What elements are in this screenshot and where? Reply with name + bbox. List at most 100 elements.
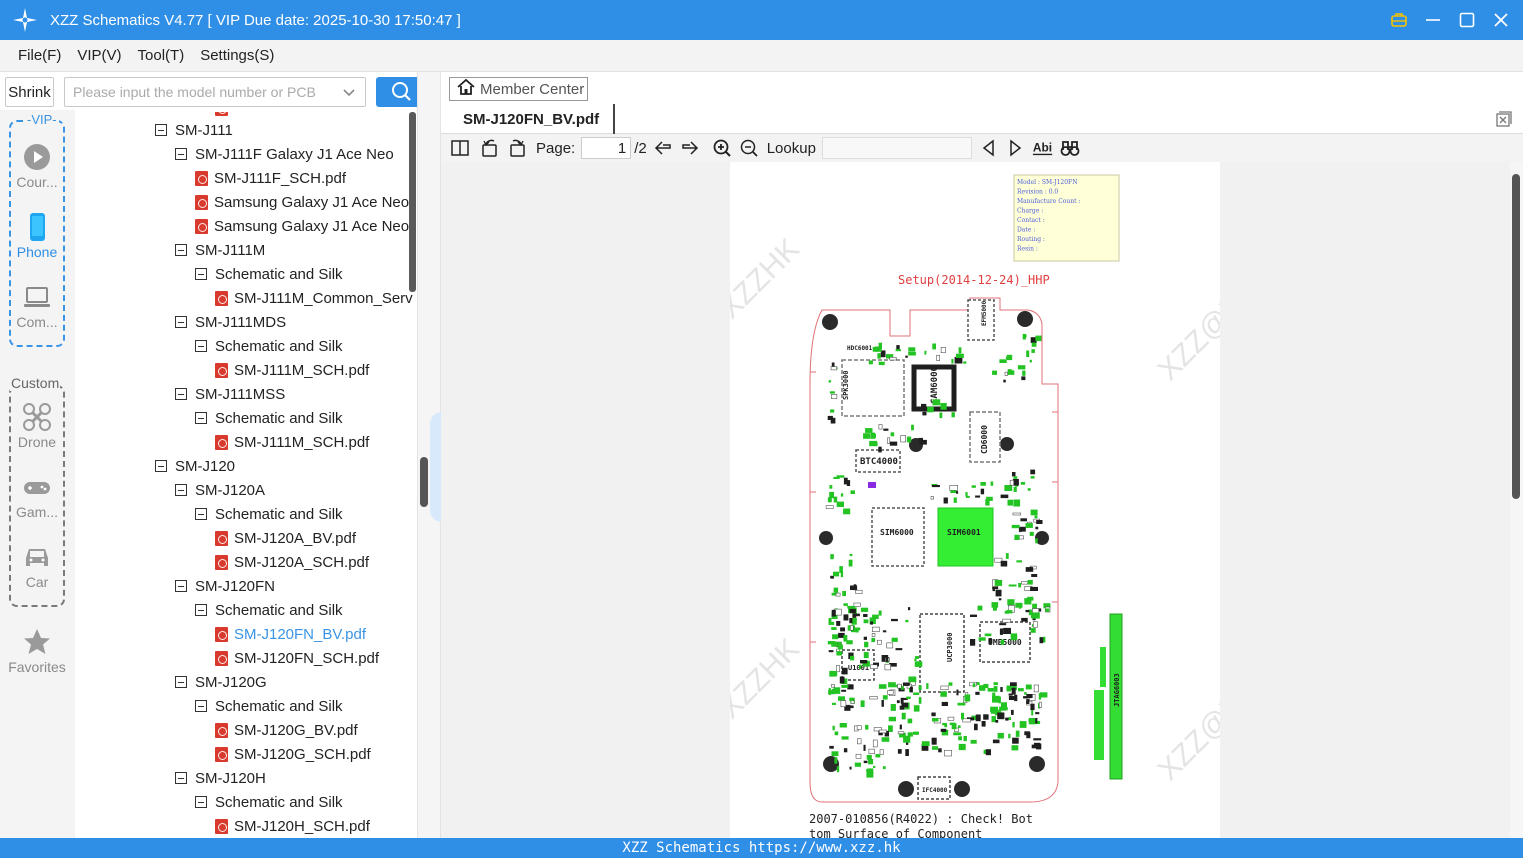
pad <box>897 683 902 689</box>
tree-folder-item[interactable]: SM-J120H <box>175 766 266 790</box>
collapse-box-icon[interactable] <box>175 580 187 592</box>
tree-scrollbar[interactable]: ▲ <box>408 112 432 838</box>
rail-item-car[interactable]: Car <box>7 542 67 590</box>
tree-folder-item[interactable]: Schematic and Silk <box>195 694 343 718</box>
tree-file-item[interactable]: SM-J111M_SCH.pdf <box>215 430 369 454</box>
tree-folder-item[interactable]: SM-J120 <box>155 454 235 478</box>
collapse-box-icon[interactable] <box>195 700 207 712</box>
member-center-button[interactable]: Member Center <box>449 77 588 101</box>
tree-file-item[interactable]: Samsung Galaxy J1 Ace Neo <box>195 214 409 238</box>
tree-folder-item[interactable]: SM-J120G <box>175 670 267 694</box>
rail-item-favorites[interactable]: Favorites <box>7 627 67 675</box>
tree-folder-item[interactable]: SM-J111MSS <box>175 382 285 406</box>
chevron-down-icon[interactable] <box>341 84 357 103</box>
collapse-box-icon[interactable] <box>195 604 207 616</box>
tree-file-item[interactable]: SM-J120FN_BV.pdf <box>215 622 366 646</box>
menu-file[interactable]: File(F) <box>18 47 61 64</box>
tree-file-item[interactable]: SM-J111M_Common_Serv <box>215 286 413 310</box>
pdf-canvas[interactable]: Model : SM-J120FN Revision : 0.0 Manufactu… <box>441 162 1510 838</box>
collapse-box-icon[interactable] <box>195 796 207 808</box>
model-search-field[interactable] <box>64 77 366 107</box>
tree-folder-item[interactable]: Schematic and Silk <box>195 406 343 430</box>
tree-folder-item[interactable]: SM-J120A <box>175 478 265 502</box>
page-number-input[interactable]: 1 <box>581 137 632 159</box>
pad <box>878 446 882 453</box>
pad <box>863 652 869 659</box>
tree-scrollbar-thumb[interactable] <box>409 112 416 292</box>
collapse-box-icon[interactable] <box>175 676 187 688</box>
collapse-box-icon[interactable] <box>195 412 207 424</box>
rail-item-course[interactable]: Cour... <box>7 142 67 190</box>
tree-file-item[interactable]: SM-J120G_BV.pdf <box>215 718 358 742</box>
search-input[interactable] <box>65 78 335 106</box>
tree-folder-item[interactable]: Schematic and Silk <box>195 334 343 358</box>
pad <box>951 412 955 418</box>
tree-folder-item[interactable]: SM-J111F Galaxy J1 Ace Neo <box>175 142 394 166</box>
zoom-out-icon[interactable] <box>738 137 760 159</box>
next-page-icon[interactable] <box>679 137 701 159</box>
shrink-button[interactable]: Shrink <box>5 77 54 107</box>
collapse-box-icon[interactable] <box>155 124 167 136</box>
collapse-box-icon[interactable] <box>195 268 207 280</box>
menu-vip[interactable]: VIP(V) <box>77 47 121 64</box>
tree-folder-item[interactable]: Schematic and Silk <box>195 262 343 286</box>
rail-item-phone[interactable]: Phone <box>7 212 67 260</box>
rotate-left-icon[interactable] <box>479 137 501 159</box>
previous-page-icon[interactable] <box>652 137 674 159</box>
pad <box>863 636 867 640</box>
lookup-input[interactable] <box>821 137 972 159</box>
collapse-box-icon[interactable] <box>195 340 207 352</box>
menu-tool[interactable]: Tool(T) <box>138 47 185 64</box>
tree-file-item[interactable] <box>215 112 234 120</box>
rail-item-drone[interactable]: Drone <box>7 402 67 450</box>
tree-file-item[interactable]: SM-J120FN_SCH.pdf <box>215 646 379 670</box>
collapse-box-icon[interactable] <box>155 460 167 472</box>
binoculars-icon[interactable] <box>1059 137 1081 159</box>
tree-file-item[interactable]: SM-J111M_SCH.pdf <box>215 358 369 382</box>
tree-file-item[interactable]: SM-J120A_SCH.pdf <box>215 550 369 574</box>
tree-file-item[interactable]: Samsung Galaxy J1 Ace Neo <box>195 190 409 214</box>
pad <box>857 738 862 745</box>
collapse-box-icon[interactable] <box>175 772 187 784</box>
close-tabs-icon[interactable] <box>1495 110 1513 128</box>
tree-file-item[interactable]: SM-J120G_SCH.pdf <box>215 742 371 766</box>
close-icon[interactable] <box>1491 10 1511 30</box>
pane-splitter[interactable] <box>417 72 442 838</box>
tree-file-item[interactable]: SM-J120H_SCH.pdf <box>215 814 370 838</box>
briefcase-icon[interactable] <box>1389 10 1409 30</box>
maximize-icon[interactable] <box>1457 10 1477 30</box>
collapse-box-icon[interactable] <box>175 316 187 328</box>
rotate-right-icon[interactable] <box>506 137 528 159</box>
rail-item-game[interactable]: Gam... <box>7 472 67 520</box>
match-case-icon[interactable]: Abi <box>1032 137 1054 159</box>
tree-file-item[interactable]: SM-J111F_SCH.pdf <box>195 166 346 190</box>
tree-folder-item[interactable]: Schematic and Silk <box>195 598 343 622</box>
tree-folder-item[interactable]: SM-J111M <box>175 238 265 262</box>
menu-settings[interactable]: Settings(S) <box>200 47 274 64</box>
tree-folder-item[interactable]: Schematic and Silk <box>195 502 343 526</box>
find-previous-icon[interactable] <box>978 137 1000 159</box>
viewer-scrollbar[interactable] <box>1510 162 1523 838</box>
tree-file-item[interactable]: SM-J120A_BV.pdf <box>215 526 356 550</box>
collapse-box-icon[interactable] <box>195 508 207 520</box>
tree-folder-item[interactable]: SM-J111 <box>155 118 233 142</box>
collapse-box-icon[interactable] <box>175 388 187 400</box>
zoom-in-icon[interactable] <box>711 137 733 159</box>
pad <box>1000 494 1009 499</box>
find-next-icon[interactable] <box>1004 137 1026 159</box>
tree-folder-item[interactable]: Schematic and Silk <box>195 790 343 814</box>
collapse-box-icon[interactable] <box>175 244 187 256</box>
two-page-view-icon[interactable] <box>449 137 471 159</box>
splitter-grip[interactable] <box>420 457 428 507</box>
minimize-icon[interactable] <box>1423 10 1443 30</box>
tree-folder-item[interactable]: SM-J111MDS <box>175 310 286 334</box>
document-tab[interactable]: SM-J120FN_BV.pdf <box>445 104 616 134</box>
tree-item-label: SM-J120 <box>175 457 236 475</box>
collapse-box-icon[interactable] <box>175 148 187 160</box>
viewer-scrollbar-thumb[interactable] <box>1512 174 1520 499</box>
tree-folder-item[interactable]: SM-J120FN <box>175 574 275 598</box>
pad <box>855 589 863 594</box>
pad <box>881 699 884 707</box>
rail-item-computer[interactable]: Com... <box>7 282 67 330</box>
collapse-box-icon[interactable] <box>175 484 187 496</box>
